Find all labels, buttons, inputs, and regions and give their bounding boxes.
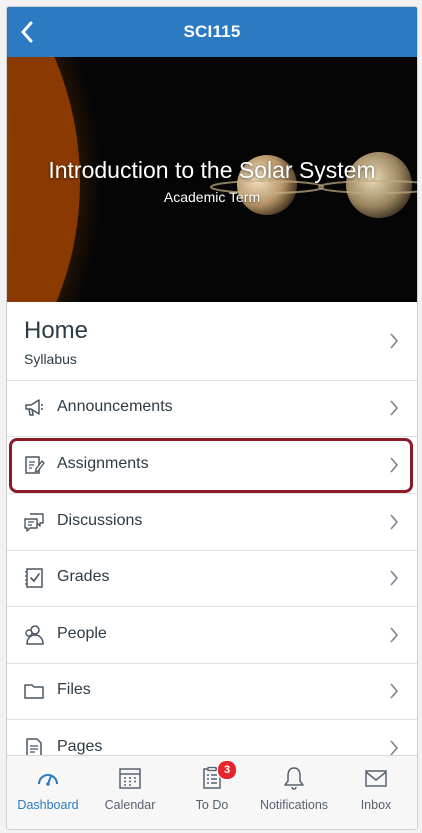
chevron-right-icon xyxy=(390,740,399,756)
bell-icon xyxy=(284,767,304,790)
app-frame: SCI115 Introduction to the Solar System … xyxy=(6,6,418,830)
home-title: Home xyxy=(24,317,89,344)
tab-calendar[interactable]: Calendar xyxy=(89,756,171,829)
discussion-icon xyxy=(24,513,44,532)
nav-item-grades[interactable]: Grades xyxy=(7,550,417,607)
nav-label: People xyxy=(57,625,107,642)
tab-label: Notifications xyxy=(259,798,329,812)
chevron-right-icon xyxy=(390,514,399,530)
top-bar: SCI115 xyxy=(7,7,417,57)
chevron-right-icon xyxy=(390,683,399,699)
course-term: Academic Term xyxy=(163,189,261,205)
tab-notifications[interactable]: Notifications xyxy=(253,756,335,829)
home-subtitle: Syllabus xyxy=(24,351,77,367)
nav-item-people[interactable]: People xyxy=(7,607,417,664)
tab-todo[interactable]: 3 To Do xyxy=(171,756,253,829)
chevron-right-icon xyxy=(390,627,399,643)
tab-dashboard[interactable]: Dashboard xyxy=(7,756,89,829)
nav-label: Announcements xyxy=(57,398,173,415)
chevron-right-icon xyxy=(390,333,399,349)
tab-label: To Do xyxy=(195,798,229,812)
tab-label: Dashboard xyxy=(17,798,79,812)
assignment-icon xyxy=(25,456,45,474)
nav-item-assignments[interactable]: Assignments xyxy=(7,437,417,494)
course-banner: Introduction to the Solar System Academi… xyxy=(7,57,417,302)
chevron-right-icon xyxy=(390,457,399,473)
inbox-icon xyxy=(365,770,387,787)
nav-label: Files xyxy=(57,681,91,698)
course-code-title: SCI115 xyxy=(183,22,241,41)
megaphone-icon xyxy=(25,399,43,416)
nav-item-files[interactable]: Files xyxy=(7,663,417,720)
calendar-icon xyxy=(119,768,141,789)
chevron-right-icon xyxy=(390,400,399,416)
dashboard-icon xyxy=(38,774,58,786)
nav-label: Pages xyxy=(57,738,103,755)
nav-label: Discussions xyxy=(57,512,143,529)
nav-item-announcements[interactable]: Announcements xyxy=(7,380,417,437)
people-icon xyxy=(25,625,44,645)
nav-item-discussions[interactable]: Discussions xyxy=(7,494,417,551)
nav-label: Assignments xyxy=(57,455,149,472)
grades-icon xyxy=(25,568,43,588)
tab-label: Inbox xyxy=(360,798,392,812)
tab-label: Calendar xyxy=(104,798,156,812)
tab-inbox[interactable]: Inbox xyxy=(335,756,417,829)
folder-icon xyxy=(24,684,44,699)
chevron-right-icon xyxy=(390,570,399,586)
course-title: Introduction to the Solar System xyxy=(48,157,376,183)
nav-label: Grades xyxy=(57,568,110,585)
bottom-tab-bar: Dashboard Calendar 3 To Do Notifications… xyxy=(7,755,417,829)
todo-count-badge: 3 xyxy=(217,760,237,780)
home-row[interactable]: Home Syllabus xyxy=(7,302,417,381)
